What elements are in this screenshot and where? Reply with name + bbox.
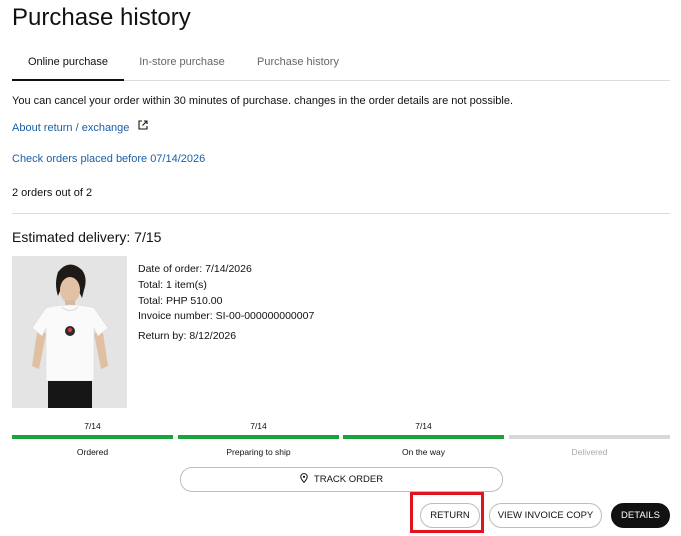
return-exchange-link[interactable]: About return / exchange xyxy=(12,120,149,134)
tab-bar: Online purchase In-store purchase Purcha… xyxy=(12,44,670,81)
estimated-delivery: Estimated delivery: 7/15 xyxy=(12,229,162,245)
step-preparing-date: 7/14 xyxy=(250,421,267,431)
details-button[interactable]: DETAILS xyxy=(611,503,670,528)
step-preparing-label: Preparing to ship xyxy=(226,447,291,457)
step-ordered-date: 7/14 xyxy=(84,421,101,431)
step-on-the-way-date: 7/14 xyxy=(415,421,432,431)
return-button-highlight xyxy=(410,492,484,533)
step-ordered-label: Ordered xyxy=(76,447,109,457)
step-preparing-bar xyxy=(178,435,339,439)
tab-online-purchase[interactable]: Online purchase xyxy=(12,44,124,81)
older-orders-link[interactable]: Check orders placed before 07/14/2026 xyxy=(12,153,205,165)
step-ordered-bar xyxy=(12,435,173,439)
order-date: Date of order: 7/14/2026 xyxy=(138,263,252,275)
orders-count: 2 orders out of 2 xyxy=(12,187,93,199)
track-order-button[interactable]: TRACK ORDER xyxy=(180,467,503,492)
step-delivered-bar xyxy=(509,435,670,439)
step-on-the-way-bar xyxy=(343,435,504,439)
divider xyxy=(12,213,670,214)
product-image[interactable] xyxy=(12,256,127,408)
cancel-notice: You can cancel your order within 30 minu… xyxy=(12,95,514,107)
external-link-icon xyxy=(138,120,149,133)
track-order-label: TRACK ORDER xyxy=(313,474,384,485)
order-total-price: Total: PHP 510.00 xyxy=(138,295,223,307)
view-invoice-copy-button[interactable]: VIEW INVOICE COPY xyxy=(489,503,602,528)
location-pin-icon xyxy=(300,473,314,486)
invoice-number: Invoice number: SI-00-000000000007 xyxy=(138,310,315,322)
tab-purchase-history[interactable]: Purchase history xyxy=(244,44,352,80)
order-total-items: Total: 1 item(s) xyxy=(138,279,207,291)
step-delivered-label: Delivered xyxy=(571,447,608,457)
page-title: Purchase history xyxy=(12,4,191,31)
tab-in-store-purchase[interactable]: In-store purchase xyxy=(128,44,236,80)
return-by-date: Return by: 8/12/2026 xyxy=(138,330,237,342)
return-exchange-link-label: About return / exchange xyxy=(12,122,130,134)
step-on-the-way-label: On the way xyxy=(402,447,445,457)
